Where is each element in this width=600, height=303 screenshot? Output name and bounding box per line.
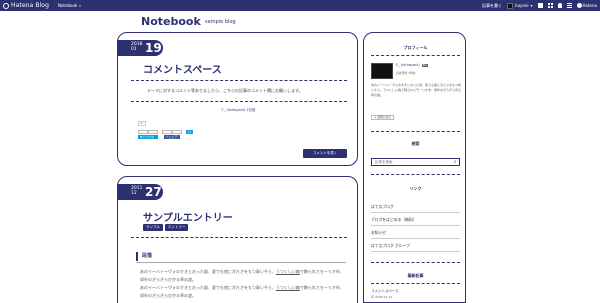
links-heading: リンク (409, 186, 422, 191)
share-count: 0 (162, 130, 182, 134)
hatena-bookmark-button[interactable]: 0 Bブックマーク (138, 130, 158, 143)
blog-title[interactable]: Notebook (141, 15, 201, 28)
paragraph: あのイーハトーヴォのすきとおった風、夏でも底に冷たさをもつ青いそら、うつくしい森… (140, 268, 346, 284)
pro-badge: Pro (421, 63, 428, 67)
forest-link[interactable]: うつくしい森 (276, 269, 300, 274)
bookmark-label: Bブックマーク (138, 135, 158, 143)
hatena-bookmark-tag[interactable]: B! (138, 121, 146, 126)
entry-title[interactable]: コメントスペース (143, 61, 222, 76)
recent-posts-heading: 最新記事 (407, 273, 424, 278)
sidebar-link[interactable]: お知らせ (371, 227, 460, 239)
chevron-down-icon: ▾ (79, 3, 81, 8)
hatena-icon (576, 3, 582, 8)
search-icon[interactable]: ⌕ (452, 159, 458, 165)
profile-name-row: F_ (id:hayani) Pro (396, 63, 428, 67)
bookmark-count: 0 (138, 130, 158, 134)
hatena-blog-logo[interactable]: Hatena Blog (3, 2, 49, 9)
profile-name[interactable]: F_ (id:hayani) (396, 63, 420, 67)
grid-icon[interactable] (547, 3, 553, 8)
section-heading: 段落 (136, 252, 152, 261)
follow-button[interactable]: + 読者になる (371, 115, 395, 120)
hatena-logo-icon (3, 2, 9, 9)
paragraph-text: あのイーハトーヴォのすきとおった風、夏でも底に冷たさをもつ青いそら、 (140, 269, 276, 274)
category-tag[interactable]: エントリー (164, 224, 189, 231)
divider (371, 262, 460, 263)
date-month: 01 (131, 47, 137, 52)
logo-text: Hatena Blog (11, 2, 49, 9)
date-badge: 2011 12 27 (117, 184, 163, 200)
divider (371, 131, 460, 132)
divider (371, 174, 460, 175)
write-comment-button[interactable]: コメントを書く (303, 149, 347, 158)
hatena-link[interactable]: Hatena (576, 3, 597, 8)
recent-post-title[interactable]: コメントスペース (371, 289, 399, 294)
paragraph: あのイーハトーヴォのすきとおった風、夏でも底に冷たさをもつ青いそら、うつくしい森… (140, 284, 346, 300)
menu-icon[interactable] (566, 3, 572, 8)
facebook-label: f シェア (164, 135, 180, 139)
profile-description: あのイーハトーヴォのすきとおった風、夏でも底に冷たさをもつ青いそら、うつくしい森… (371, 83, 462, 97)
blog-description: sample blog (205, 19, 236, 25)
forest-link[interactable]: うつくしい森 (276, 285, 300, 290)
divider (131, 80, 347, 81)
entry-card: 2038 01 19 コメントスペース テーマに対するコメント等ありましたら、こ… (117, 32, 358, 166)
dashboard-icon[interactable] (537, 3, 543, 8)
date-badge: 2038 01 19 (117, 40, 163, 56)
entry-author[interactable]: F_ (id:hayani) 2日前 (118, 108, 359, 113)
top-navigation-bar: Hatena Blog Notebook ▾ 記事を書く hayani ▾ Ha… (0, 0, 600, 11)
divider (371, 283, 460, 284)
date-month: 12 (131, 191, 137, 196)
entry-title[interactable]: サンプルエントリー (143, 209, 233, 224)
category-list: サンプル エントリー (143, 224, 189, 231)
paragraph-text: あのイーハトーヴォのすきとおった風、夏でも底に冷たさをもつ青いそら、 (140, 285, 276, 290)
user-menu[interactable]: hayani ▾ (507, 2, 533, 9)
heading-underline (136, 262, 346, 263)
write-post-link[interactable]: 記事を書く (482, 3, 502, 9)
hatena-label: Hatena (582, 3, 597, 8)
blog-selector[interactable]: Notebook ▾ (58, 3, 81, 8)
entry-card: 2011 12 27 サンプルエントリー サンプル エントリー 段落 あのイーハ… (117, 176, 358, 303)
divider (131, 237, 347, 238)
category-tag[interactable]: サンプル (143, 224, 163, 231)
date-year-month: 2038 01 (131, 42, 142, 52)
user-name: hayani (515, 3, 529, 8)
divider (131, 101, 347, 102)
avatar (507, 2, 514, 9)
sidebar: プロフィール F_ (id:hayani) Pro 読者登録 3年前 あのイーハ… (363, 32, 466, 303)
date-year-month: 2011 12 (131, 186, 142, 196)
facebook-share-button[interactable]: 0 f シェア (162, 130, 182, 139)
date-day: 27 (145, 185, 162, 199)
tweet-button[interactable]: ツイート (186, 130, 194, 146)
date-day: 19 (145, 41, 162, 55)
sidebar-link[interactable]: はてなブログ (371, 201, 460, 213)
profile-since: 読者登録 3年前 (396, 71, 416, 75)
tweet-label: ツイート (186, 130, 194, 146)
search-input[interactable] (372, 159, 452, 165)
divider (371, 55, 460, 56)
profile-avatar[interactable] (371, 63, 393, 79)
entry-body: テーマに対するコメント等ありましたら、こちらの記事のコメント欄にお願いします。 (147, 88, 303, 93)
recent-post-date: 年 2038-01-19 (371, 295, 393, 299)
bell-icon[interactable] (557, 3, 562, 8)
sidebar-link[interactable]: はてなブログ グループ (371, 240, 460, 252)
profile-heading: プロフィール (403, 45, 428, 50)
blog-selector-label: Notebook (57, 3, 78, 8)
sidebar-link[interactable]: ブログをはじめる（無料） (371, 214, 460, 226)
chevron-down-icon: ▾ (530, 3, 533, 8)
search-box: ⌕ (371, 158, 460, 166)
search-heading: 検索 (411, 141, 420, 146)
